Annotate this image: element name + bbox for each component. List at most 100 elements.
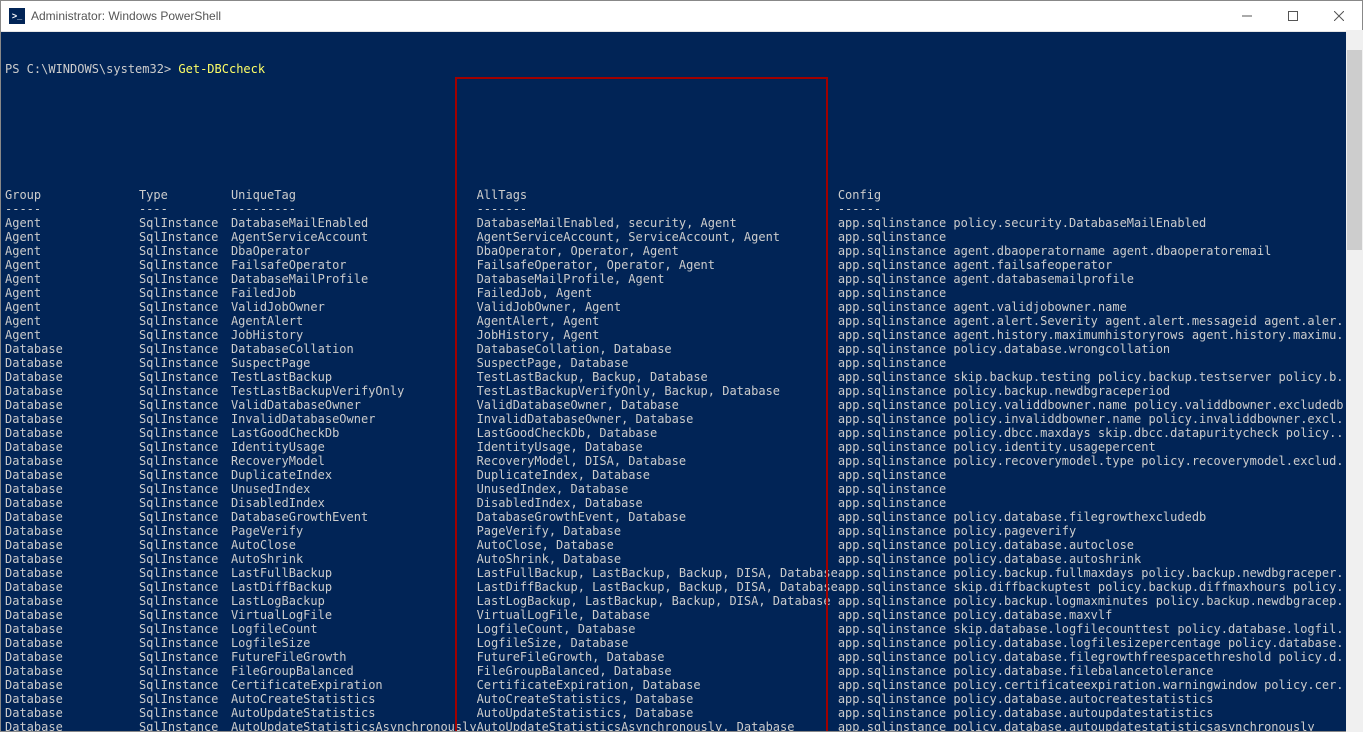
cell: app.sqlinstance policy.pageverify — [838, 524, 1358, 538]
cell: app.sqlinstance policy.database.wrongcol… — [838, 342, 1358, 356]
table-row: DatabaseSqlInstanceSuspectPageSuspectPag… — [5, 356, 1358, 370]
table-underline-row: ----- ---- --------- ------- ------ — [5, 202, 1358, 216]
table-row: DatabaseSqlInstanceLastFullBackupLastFul… — [5, 566, 1358, 580]
cell: LogfileSize, Database — [477, 636, 838, 650]
cell: ValidDatabaseOwner, Database — [477, 398, 838, 412]
titlebar[interactable]: >_ Administrator: Windows PowerShell — [1, 1, 1362, 32]
cell: SqlInstance — [139, 720, 231, 731]
cell: Database — [5, 538, 139, 552]
cell: DatabaseMailProfile — [231, 272, 477, 286]
cell: InvalidDatabaseOwner — [231, 412, 477, 426]
cell: DatabaseMailProfile, Agent — [477, 272, 838, 286]
cell: SqlInstance — [139, 272, 231, 286]
cell: SqlInstance — [139, 342, 231, 356]
cell: Database — [5, 440, 139, 454]
cell: CertificateExpiration, Database — [477, 678, 838, 692]
cell: ValidJobOwner — [231, 300, 477, 314]
cell: Database — [5, 356, 139, 370]
cell: app.sqlinstance policy.database.autoshri… — [838, 552, 1358, 566]
cell: AutoUpdateStatistics, Database — [477, 706, 838, 720]
cell: app.sqlinstance policy.database.logfiles… — [838, 636, 1358, 650]
table-row: DatabaseSqlInstancePageVerifyPageVerify,… — [5, 524, 1358, 538]
cell: SqlInstance — [139, 524, 231, 538]
powershell-icon: >_ — [9, 8, 25, 24]
cell: FailedJob — [231, 286, 477, 300]
table-row: AgentSqlInstanceValidJobOwnerValidJobOwn… — [5, 300, 1358, 314]
cell: Database — [5, 482, 139, 496]
cell: DatabaseMailEnabled, security, Agent — [477, 216, 838, 230]
cell: SqlInstance — [139, 608, 231, 622]
cell: LastDiffBackup, LastBackup, Backup, DISA… — [477, 580, 838, 594]
cell: SqlInstance — [139, 258, 231, 272]
cell: FutureFileGrowth, Database — [477, 650, 838, 664]
vertical-scrollbar[interactable] — [1346, 30, 1363, 732]
cell: AutoUpdateStatistics — [231, 706, 477, 720]
cell: DbaOperator, Operator, Agent — [477, 244, 838, 258]
cell: FileGroupBalanced, Database — [477, 664, 838, 678]
prompt-line: PS C:\WINDOWS\system32> Get-DBCcheck — [5, 62, 1358, 76]
cell: Agent — [5, 314, 139, 328]
cell: DatabaseGrowthEvent, Database — [477, 510, 838, 524]
cell: SqlInstance — [139, 286, 231, 300]
cell: app.sqlinstance skip.database.logfilecou… — [838, 622, 1358, 636]
cell: AutoClose, Database — [477, 538, 838, 552]
blank-line — [5, 104, 1358, 118]
cell: app.sqlinstance — [838, 286, 1358, 300]
terminal-output[interactable]: PS C:\WINDOWS\system32> Get-DBCcheck Gro… — [1, 32, 1362, 731]
cell: app.sqlinstance policy.database.autoupda… — [838, 706, 1358, 720]
cell: Database — [5, 398, 139, 412]
cell: Database — [5, 664, 139, 678]
cell: app.sqlinstance — [838, 482, 1358, 496]
cell: SqlInstance — [139, 678, 231, 692]
scrollbar-thumb[interactable] — [1347, 50, 1362, 250]
cell: SqlInstance — [139, 300, 231, 314]
table-row: DatabaseSqlInstanceLastLogBackupLastLogB… — [5, 594, 1358, 608]
cell: LastLogBackup — [231, 594, 477, 608]
cell: Database — [5, 650, 139, 664]
cell: Database — [5, 580, 139, 594]
cell: SqlInstance — [139, 314, 231, 328]
table-row: DatabaseSqlInstanceDisabledIndexDisabled… — [5, 496, 1358, 510]
cell: AgentAlert, Agent — [477, 314, 838, 328]
cell: SqlInstance — [139, 356, 231, 370]
cell: app.sqlinstance — [838, 496, 1358, 510]
cell: SqlInstance — [139, 580, 231, 594]
cell: LogfileCount — [231, 622, 477, 636]
table-row: DatabaseSqlInstanceLastGoodCheckDbLastGo… — [5, 426, 1358, 440]
table-row: DatabaseSqlInstanceUnusedIndexUnusedInde… — [5, 482, 1358, 496]
table-row: DatabaseSqlInstanceDuplicateIndexDuplica… — [5, 468, 1358, 482]
col-header-alltags: AllTags — [477, 188, 838, 202]
cell: Database — [5, 342, 139, 356]
table-row: AgentSqlInstanceAgentServiceAccountAgent… — [5, 230, 1358, 244]
cell: AgentAlert — [231, 314, 477, 328]
minimize-button[interactable] — [1224, 1, 1270, 31]
cell: SqlInstance — [139, 440, 231, 454]
cell: AgentServiceAccount, ServiceAccount, Age… — [477, 230, 838, 244]
cell: RecoveryModel, DISA, Database — [477, 454, 838, 468]
cell: TestLastBackup — [231, 370, 477, 384]
cell: PageVerify, Database — [477, 524, 838, 538]
maximize-button[interactable] — [1270, 1, 1316, 31]
cell: VirtualLogFile, Database — [477, 608, 838, 622]
cell: Database — [5, 510, 139, 524]
cell: JobHistory — [231, 328, 477, 342]
cell: TestLastBackupVerifyOnly — [231, 384, 477, 398]
cell: app.sqlinstance — [838, 468, 1358, 482]
cell: SqlInstance — [139, 398, 231, 412]
close-button[interactable] — [1316, 1, 1362, 31]
cell: LastFullBackup — [231, 566, 477, 580]
cell: DisabledIndex — [231, 496, 477, 510]
cell: SqlInstance — [139, 706, 231, 720]
cell: Database — [5, 384, 139, 398]
cell: ValidDatabaseOwner — [231, 398, 477, 412]
cell: Database — [5, 412, 139, 426]
cell: Database — [5, 608, 139, 622]
cell: SqlInstance — [139, 468, 231, 482]
table-row: AgentSqlInstanceDatabaseMailEnabledDatab… — [5, 216, 1358, 230]
cell: app.sqlinstance policy.validdbowner.name… — [838, 398, 1358, 412]
cell: LastGoodCheckDb — [231, 426, 477, 440]
cell: app.sqlinstance policy.database.autoclos… — [838, 538, 1358, 552]
cell: SqlInstance — [139, 622, 231, 636]
cell: JobHistory, Agent — [477, 328, 838, 342]
cell: app.sqlinstance policy.dbcc.maxdays skip… — [838, 426, 1358, 440]
